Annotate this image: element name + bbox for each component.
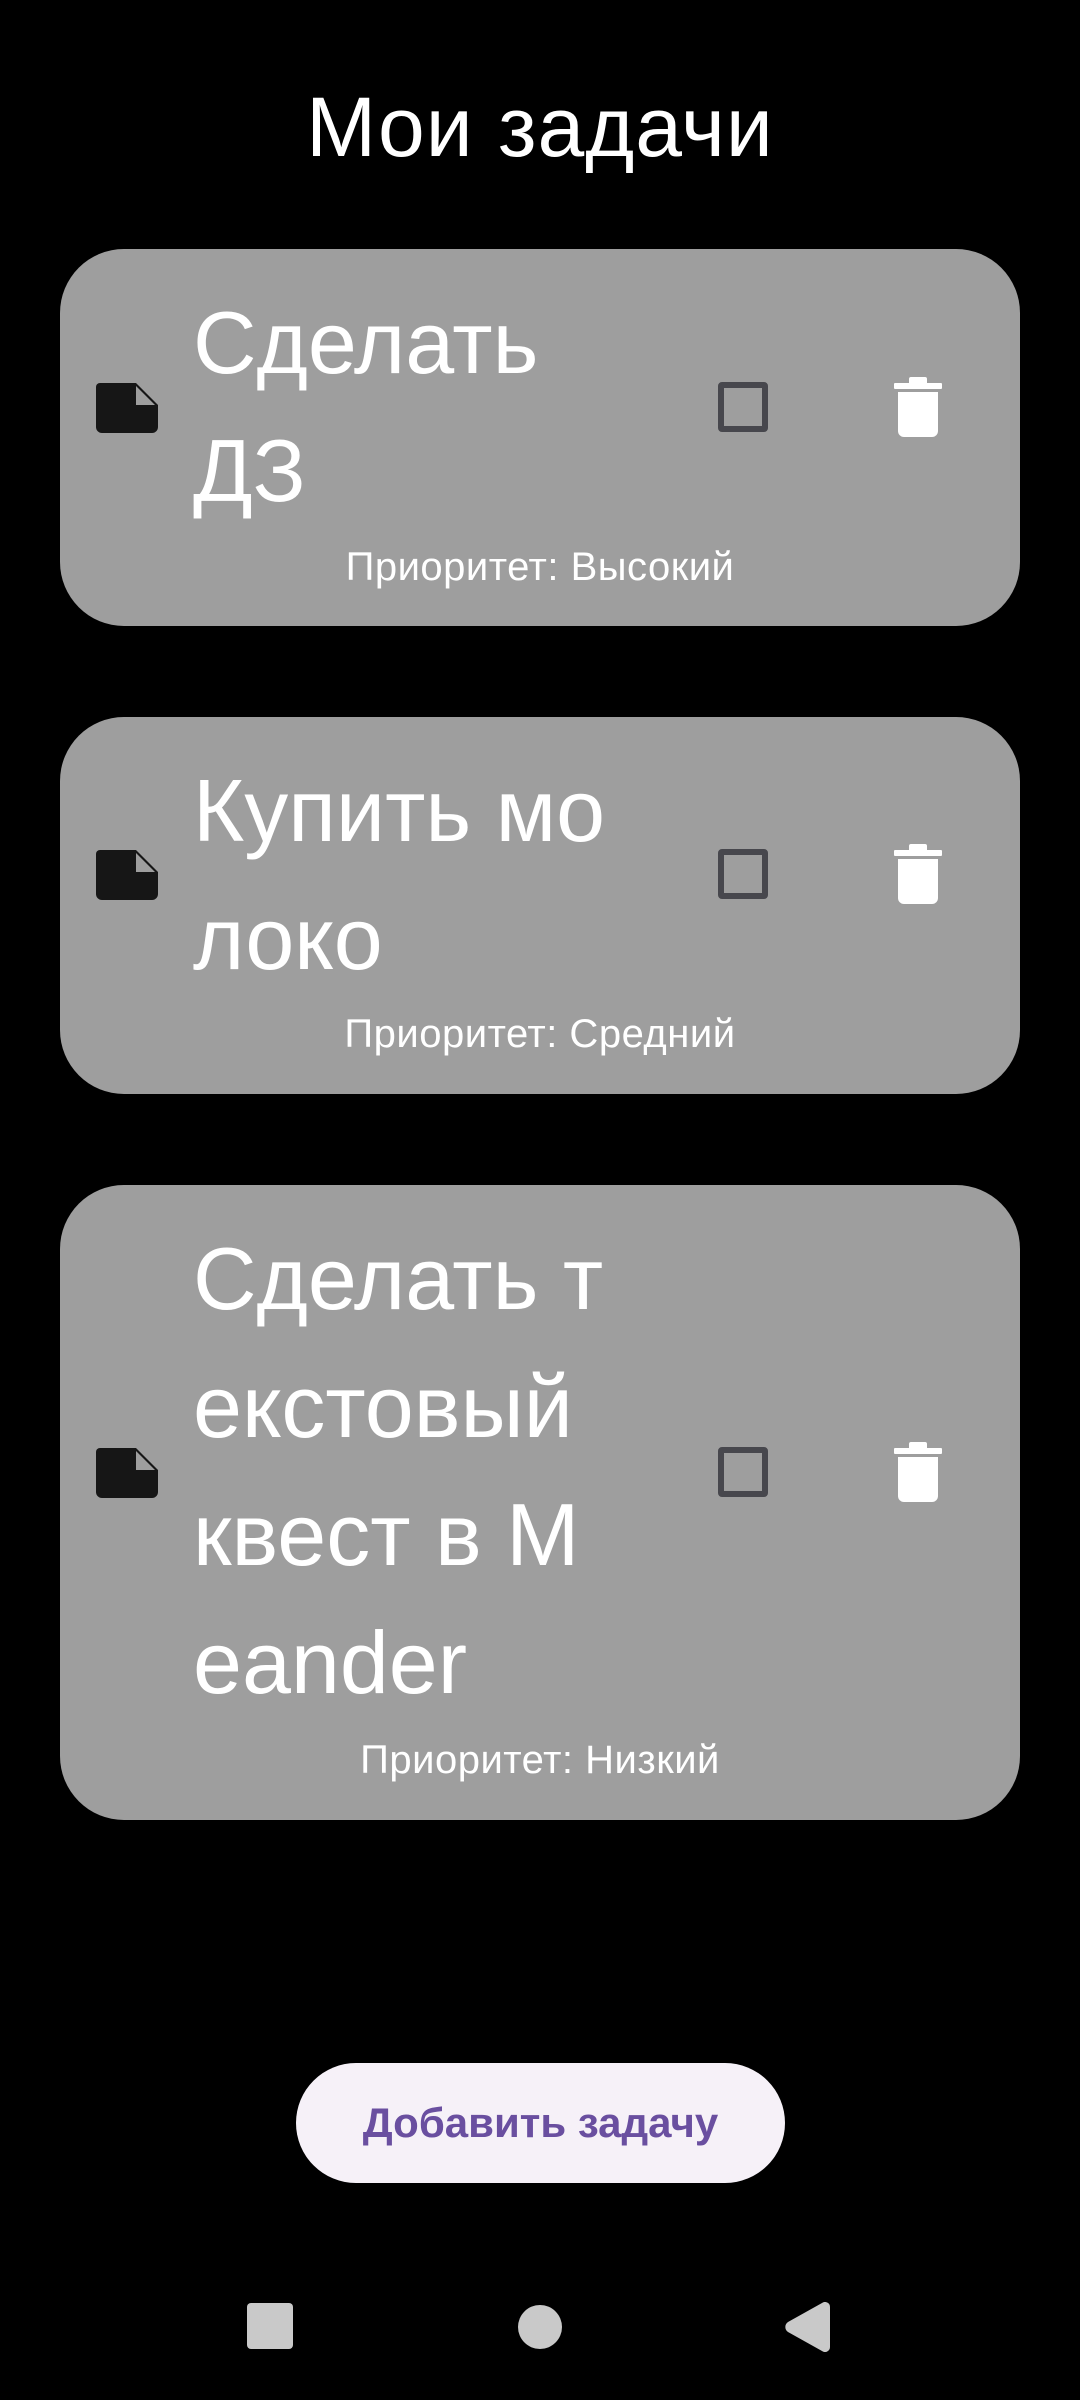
task-title: Сделать ДЗ	[193, 293, 539, 520]
add-task-button[interactable]: Добавить задачу	[296, 2063, 785, 2183]
recents-square-icon[interactable]	[247, 2303, 293, 2349]
back-triangle-icon[interactable]	[784, 2302, 830, 2352]
trash-icon[interactable]	[894, 377, 942, 437]
note-icon	[96, 383, 158, 433]
task-checkbox[interactable]	[718, 849, 768, 899]
home-circle-icon[interactable]	[518, 2305, 562, 2349]
page-title: Мои задачи	[306, 80, 774, 174]
note-icon	[96, 850, 158, 900]
task-card[interactable]: Сделать ДЗ Приоритет: Высокий	[60, 249, 1020, 626]
task-priority: Приоритет: Средний	[344, 1012, 736, 1056]
task-priority: Приоритет: Высокий	[345, 545, 735, 589]
task-title: Купить молоко	[193, 761, 606, 988]
task-checkbox[interactable]	[718, 382, 768, 432]
note-icon	[96, 1448, 158, 1498]
trash-icon[interactable]	[894, 1442, 942, 1502]
trash-icon[interactable]	[894, 844, 942, 904]
task-card[interactable]: Купить молоко Приоритет: Средний	[60, 717, 1020, 1094]
task-title: Сделать текстовый квест в Meander	[193, 1229, 604, 1712]
task-card[interactable]: Сделать текстовый квест в Meander Приори…	[60, 1185, 1020, 1820]
task-priority: Приоритет: Низкий	[360, 1738, 720, 1782]
task-checkbox[interactable]	[718, 1447, 768, 1497]
